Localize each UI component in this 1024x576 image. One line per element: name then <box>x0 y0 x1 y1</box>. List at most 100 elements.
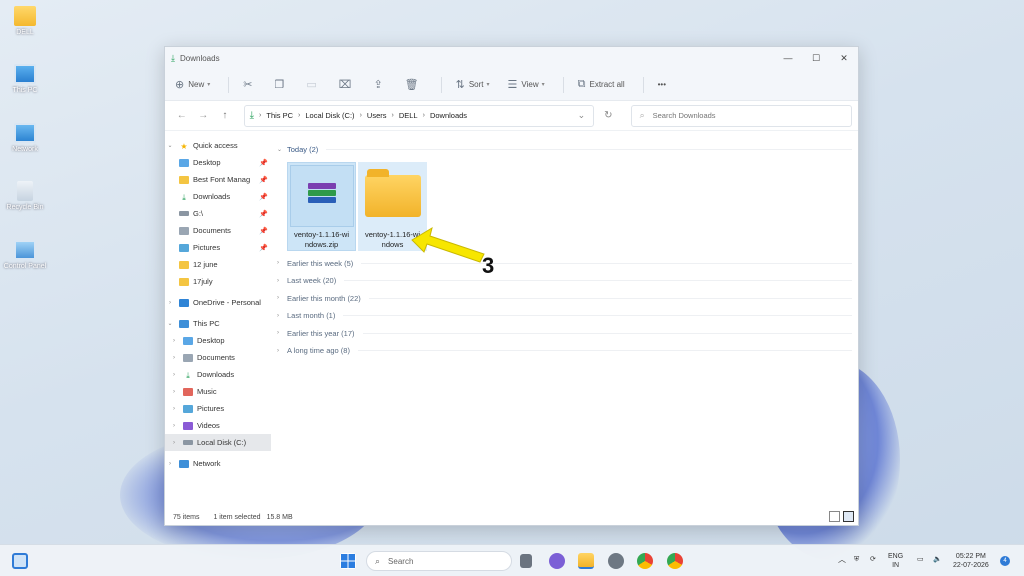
extract-all-button[interactable]: ⧉ Extract all <box>578 78 625 91</box>
file-tile-ventoy-zip[interactable]: ventoy-1.1.16-wi ndows.zip <box>287 161 356 251</box>
chevron-right-icon[interactable]: › <box>277 295 287 301</box>
chrome-icon[interactable] <box>667 553 683 569</box>
minimize-button[interactable]: — <box>774 53 802 63</box>
sidebar-pc-documents[interactable]: › Documents <box>165 349 271 366</box>
group-header-earlier-this-week[interactable]: › Earlier this week (5) <box>277 255 858 273</box>
display-icon[interactable]: ▭ <box>917 555 924 564</box>
group-header-long-time-ago[interactable]: › A long time ago (8) <box>277 342 858 360</box>
taskbar-search[interactable]: ⌕ Search <box>366 551 512 571</box>
sidebar-quick-access[interactable]: ⌄ ★ Quick access <box>165 137 271 154</box>
security-shield-icon[interactable]: ⛨ <box>854 555 859 564</box>
desktop-icon-control-panel[interactable]: Control Panel <box>0 240 50 270</box>
desktop-icon-dell[interactable]: DELL <box>0 6 50 36</box>
desktop-icon-this-pc[interactable]: This PC <box>0 64 50 94</box>
new-button[interactable]: ⊕ New ▾ <box>175 78 210 91</box>
search-box[interactable]: ⌕ <box>630 104 852 127</box>
sidebar-pc-local-disk[interactable]: › Local Disk (C:) <box>165 434 271 451</box>
sidebar-pc-pictures[interactable]: › Pictures <box>165 400 271 417</box>
sync-icon[interactable]: ⟳ <box>870 555 876 564</box>
sidebar-pc-desktop[interactable]: › Desktop <box>165 332 271 349</box>
view-button[interactable]: ☰ View ▾ <box>508 78 545 91</box>
start-button[interactable] <box>340 553 356 569</box>
paste-button[interactable]: ▭ <box>306 78 320 91</box>
chevron-right-icon[interactable]: › <box>169 338 179 344</box>
rename-button[interactable]: ⌧ <box>339 78 356 91</box>
folder-icon <box>179 260 189 269</box>
chevron-right-icon[interactable]: › <box>169 406 179 412</box>
delete-button[interactable]: 🗑 <box>405 78 423 91</box>
breadcrumb-users[interactable]: Users <box>367 111 387 120</box>
sidebar-item-17july[interactable]: 17july <box>165 273 271 290</box>
chevron-down-icon[interactable]: ⌄ <box>277 146 287 153</box>
up-arrow-icon[interactable]: ↑ <box>214 110 236 121</box>
chevron-right-icon[interactable]: › <box>169 423 179 429</box>
chevron-right-icon[interactable]: › <box>165 300 175 306</box>
sidebar-pc-videos[interactable]: › Videos <box>165 417 271 434</box>
sidebar-item-pictures[interactable]: Pictures 📌 <box>165 239 271 256</box>
sidebar-pc-downloads[interactable]: › ⤓ Downloads <box>165 366 271 383</box>
chevron-right-icon[interactable]: › <box>169 355 179 361</box>
group-header-earlier-this-month[interactable]: › Earlier this month (22) <box>277 290 858 308</box>
sidebar-item-best-font-manager[interactable]: Best Font Manag 📌 <box>165 171 271 188</box>
desktop-icon-network[interactable]: Network <box>0 123 50 153</box>
forward-arrow-icon[interactable]: → <box>193 110 215 121</box>
sidebar-item-downloads[interactable]: ⤓ Downloads 📌 <box>165 188 271 205</box>
details-view-button[interactable] <box>829 511 840 522</box>
chrome-icon[interactable] <box>637 553 653 569</box>
notification-badge[interactable]: 4 <box>1000 556 1010 566</box>
chevron-right-icon[interactable]: › <box>169 440 179 446</box>
breadcrumb-downloads[interactable]: Downloads <box>430 111 467 120</box>
clock[interactable]: 05:22 PM 22-07-2026 <box>953 552 989 570</box>
sidebar-item-this-pc[interactable]: ⌄ This PC <box>165 315 271 332</box>
address-bar[interactable]: ⤓ › This PC › Local Disk (C:) › Users › … <box>243 104 595 127</box>
chevron-right-icon[interactable]: › <box>277 348 287 354</box>
chevron-right-icon[interactable]: › <box>165 461 175 467</box>
settings-gear-icon[interactable] <box>608 553 624 569</box>
language-indicator[interactable]: ENG IN <box>888 552 903 570</box>
sidebar-item-desktop[interactable]: Desktop 📌 <box>165 154 271 171</box>
chat-icon[interactable] <box>549 553 565 569</box>
tiles-view-button[interactable] <box>843 511 854 522</box>
sort-button[interactable]: ⇅ Sort ▾ <box>456 78 490 91</box>
sidebar-pc-music[interactable]: › Music <box>165 383 271 400</box>
more-options-button[interactable]: ••• <box>658 80 666 89</box>
sidebar-item-network[interactable]: › Network <box>165 455 271 472</box>
chevron-down-icon[interactable]: ⌄ <box>165 320 175 327</box>
chevron-down-icon[interactable]: ⌄ <box>165 142 175 149</box>
widgets-icon[interactable] <box>12 553 28 569</box>
group-header-last-month[interactable]: › Last month (1) <box>277 307 858 325</box>
chevron-right-icon[interactable]: › <box>169 389 179 395</box>
chevron-right-icon[interactable]: › <box>169 372 179 378</box>
close-button[interactable]: ✕ <box>830 53 858 64</box>
search-input[interactable] <box>652 111 833 120</box>
chevron-up-icon[interactable]: ︿ <box>838 555 846 564</box>
desktop-icon-recycle-bin[interactable]: Recycle Bin <box>0 181 50 211</box>
sidebar-item-12-june[interactable]: 12 june <box>165 256 271 273</box>
chevron-right-icon[interactable]: › <box>277 313 287 319</box>
share-button[interactable]: ⇪ <box>373 78 386 91</box>
speaker-icon[interactable]: 🔈 <box>933 555 942 564</box>
cut-button[interactable]: ✂ <box>243 78 256 91</box>
breadcrumb-dell[interactable]: DELL <box>399 111 418 120</box>
chevron-right-icon[interactable]: › <box>277 330 287 336</box>
group-header-last-week[interactable]: › Last week (20) <box>277 272 858 290</box>
group-header-earlier-this-year[interactable]: › Earlier this year (17) <box>277 325 858 343</box>
drive-icon <box>179 211 189 216</box>
breadcrumb-this-pc[interactable]: This PC <box>266 111 293 120</box>
sidebar-item-documents[interactable]: Documents 📌 <box>165 222 271 239</box>
rename-icon: ⌧ <box>338 79 352 91</box>
copy-button[interactable]: ❐ <box>274 78 288 91</box>
title-bar[interactable]: ⤓ Downloads — ☐ ✕ <box>165 47 858 69</box>
sidebar-item-g-drive[interactable]: G:\ 📌 <box>165 205 271 222</box>
task-view-icon[interactable] <box>520 554 532 568</box>
chevron-down-icon[interactable]: ⌄ <box>578 110 586 121</box>
chevron-right-icon[interactable]: › <box>277 260 287 266</box>
file-explorer-icon[interactable] <box>578 553 594 569</box>
maximize-button[interactable]: ☐ <box>802 53 830 64</box>
chevron-right-icon[interactable]: › <box>277 278 287 284</box>
refresh-icon[interactable]: ↻ <box>604 110 612 121</box>
breadcrumb-local-disk[interactable]: Local Disk (C:) <box>305 111 354 120</box>
back-arrow-icon[interactable]: ← <box>171 110 193 121</box>
group-header-today[interactable]: ⌄ Today (2) <box>277 141 858 159</box>
sidebar-item-onedrive[interactable]: › OneDrive - Personal <box>165 294 271 311</box>
